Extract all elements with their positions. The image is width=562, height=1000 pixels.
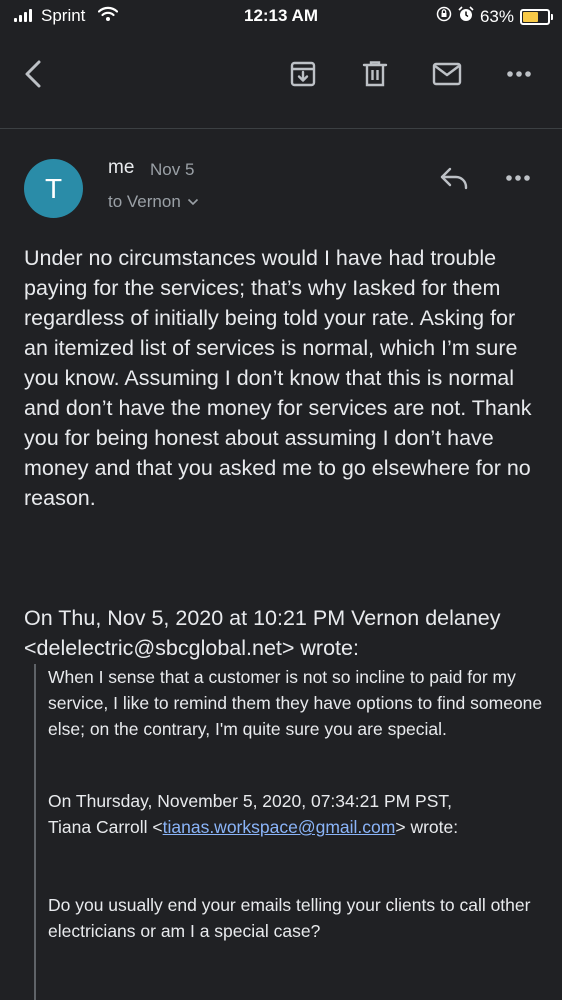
mark-unread-button[interactable] <box>425 52 469 96</box>
message-more-button[interactable] <box>496 160 540 196</box>
reply-icon <box>440 167 468 190</box>
back-button[interactable] <box>12 52 56 96</box>
recipient-label: to Vernon <box>108 192 181 211</box>
alarm-icon <box>458 6 474 27</box>
more-horizontal-icon <box>506 175 530 181</box>
orientation-lock-icon <box>436 6 452 27</box>
chevron-down-icon <box>187 198 198 206</box>
reply-button[interactable] <box>432 160 476 196</box>
nested-header-line: On Thursday, November 5, 2020, 07:34:21 … <box>48 791 453 811</box>
nested-quoted-text: Do you usually end your emails telling y… <box>48 895 531 941</box>
trash-icon <box>362 61 388 87</box>
nested-quote-header: On Thursday, November 5, 2020, 07:34:21 … <box>48 791 459 837</box>
more-horizontal-icon <box>507 71 531 77</box>
battery-level-fill <box>523 11 539 22</box>
quote-bar <box>34 664 36 1000</box>
delete-button[interactable] <box>353 52 397 96</box>
nested-wrote-label: wrote: <box>410 817 459 837</box>
message-toolbar <box>0 34 562 114</box>
battery-percent: 63% <box>479 6 514 26</box>
nested-email-link[interactable]: tianas.workspace@gmail.com <box>163 817 396 837</box>
back-arrow-icon <box>25 60 41 88</box>
sender-avatar[interactable]: T <box>24 159 83 218</box>
sender-name: me <box>108 157 135 178</box>
archive-icon <box>290 61 316 87</box>
message-date: Nov 5 <box>150 160 195 179</box>
status-bar: Sprint 12:13 AM 63% <box>0 0 562 34</box>
nested-sender-name: Tiana Carroll <box>48 817 148 837</box>
more-options-button[interactable] <box>497 52 541 96</box>
archive-button[interactable] <box>281 52 325 96</box>
toolbar-divider <box>0 128 562 129</box>
recipient-details-toggle[interactable]: to Vernon <box>108 192 199 212</box>
message-body: Under no circumstances would I have had … <box>24 246 532 510</box>
battery-icon <box>520 8 553 25</box>
quoted-header: On Thu, Nov 5, 2020 at 10:21 PM Vernon d… <box>24 606 501 660</box>
mail-icon <box>432 62 462 86</box>
quoted-reply-text: When I sense that a customer is not so i… <box>48 667 543 739</box>
